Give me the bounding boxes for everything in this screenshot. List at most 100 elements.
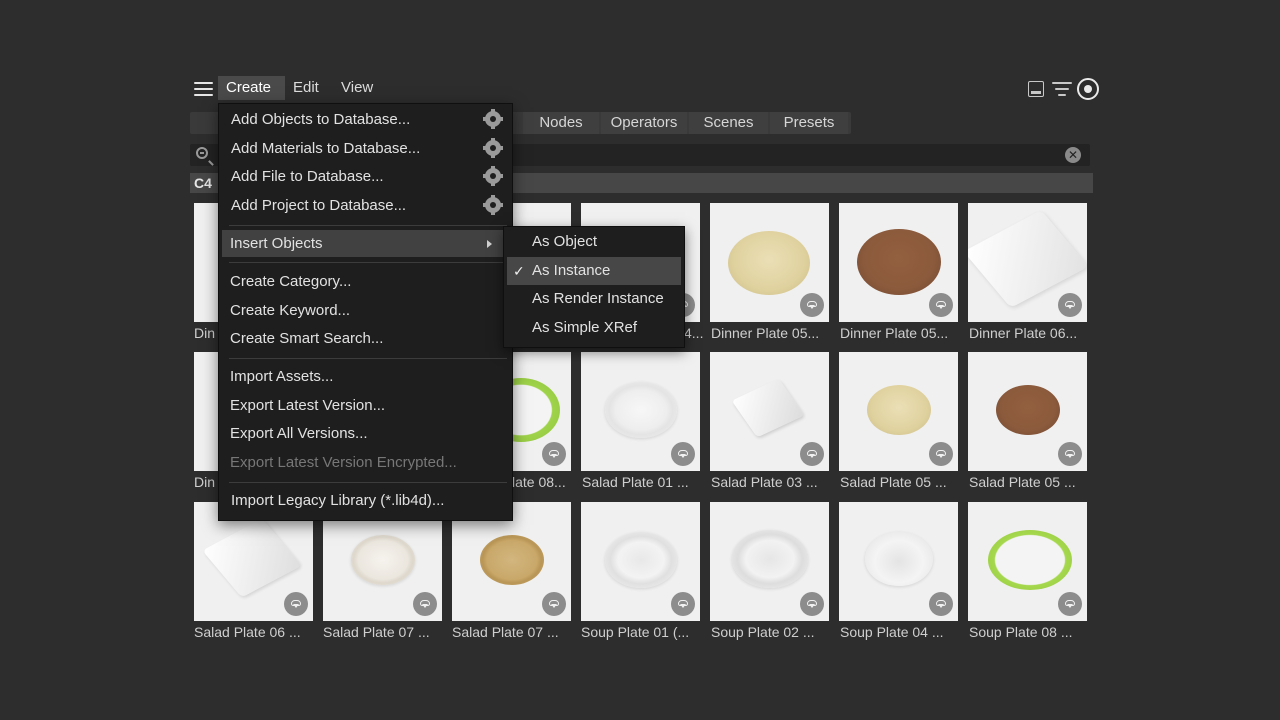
download-icon[interactable]	[800, 442, 824, 466]
menu-create[interactable]: Create	[218, 76, 285, 100]
download-icon[interactable]	[413, 592, 437, 616]
asset-tile-soup-plate-02[interactable]	[710, 502, 829, 621]
create-dropdown-menu: Add Objects to Database... Add Materials…	[218, 103, 513, 521]
download-icon[interactable]	[542, 442, 566, 466]
submenu-item-as-object[interactable]: As Object	[504, 228, 684, 256]
asset-caption: Salad Plate 07 ...	[452, 624, 559, 640]
gear-icon[interactable]	[483, 195, 503, 215]
menu-item-add-file[interactable]: Add File to Database...	[219, 163, 512, 190]
asset-caption: Soup Plate 04 ...	[840, 624, 944, 640]
download-icon[interactable]	[1058, 293, 1082, 317]
asset-tile-dinner-plate-05b[interactable]	[839, 203, 958, 322]
filter-icon[interactable]	[1052, 82, 1072, 98]
submenu-arrow-icon	[487, 240, 492, 248]
tab-nodes[interactable]: Nodes	[523, 112, 599, 134]
plate-image	[605, 532, 677, 588]
download-icon[interactable]	[1058, 442, 1082, 466]
gear-icon[interactable]	[483, 109, 503, 129]
menu-separator	[229, 262, 507, 263]
plate-image	[728, 231, 810, 295]
download-icon[interactable]	[284, 592, 308, 616]
asset-caption: 4...	[684, 325, 704, 341]
download-icon[interactable]	[542, 592, 566, 616]
menu-item-label: Import Legacy Library (*.lib4d)...	[231, 492, 445, 509]
download-icon[interactable]	[671, 592, 695, 616]
asset-tile-soup-plate-04[interactable]	[839, 502, 958, 621]
menu-item-export-latest[interactable]: Export Latest Version...	[219, 392, 512, 419]
tab-presets[interactable]: Presets	[770, 112, 848, 134]
download-icon[interactable]	[929, 592, 953, 616]
insert-objects-submenu: As Object ✓ As Instance As Render Instan…	[503, 226, 685, 348]
check-icon: ✓	[513, 263, 525, 279]
menu-separator	[229, 482, 507, 483]
menu-item-label: Export All Versions...	[230, 425, 368, 442]
menu-item-label: Create Category...	[230, 273, 352, 290]
submenu-item-as-simple-xref[interactable]: As Simple XRef	[504, 314, 684, 342]
asset-caption: Soup Plate 02 ...	[711, 624, 815, 640]
menu-item-create-category[interactable]: Create Category...	[219, 268, 512, 295]
asset-tile-salad-plate-05a[interactable]	[839, 352, 958, 471]
asset-caption: Salad Plate 03 ...	[711, 474, 818, 490]
download-icon[interactable]	[671, 442, 695, 466]
asset-caption: Dinner Plate 06...	[969, 325, 1078, 341]
plate-image	[202, 518, 302, 598]
asset-caption: Soup Plate 01 (...	[581, 624, 690, 640]
asset-caption: Din	[194, 474, 216, 490]
menu-item-add-project[interactable]: Add Project to Database...	[219, 192, 512, 219]
menu-item-label: Export Latest Version...	[230, 397, 386, 414]
plate-image	[351, 535, 415, 585]
menu-edit[interactable]: Edit	[285, 76, 327, 100]
menu-item-import-legacy[interactable]: Import Legacy Library (*.lib4d)...	[219, 487, 512, 514]
download-icon[interactable]	[929, 293, 953, 317]
menu-item-label: Add Objects to Database...	[231, 111, 411, 128]
menu-item-create-smart-search[interactable]: Create Smart Search...	[219, 325, 512, 352]
asset-caption: Dinner Plate 05...	[840, 325, 949, 341]
menu-item-label: Create Keyword...	[230, 302, 351, 319]
menu-item-import-assets[interactable]: Import Assets...	[219, 363, 512, 390]
plate-image	[865, 532, 933, 586]
asset-caption: Salad Plate 06 ...	[194, 624, 301, 640]
menu-item-label: Insert Objects	[230, 235, 323, 252]
download-icon[interactable]	[800, 293, 824, 317]
tab-scenes[interactable]: Scenes	[689, 112, 768, 134]
submenu-item-as-render-instance[interactable]: As Render Instance	[504, 285, 684, 313]
asset-tile-dinner-plate-05a[interactable]	[710, 203, 829, 322]
asset-caption: Dinner Plate 05...	[711, 325, 820, 341]
submenu-item-label: As Object	[532, 233, 598, 250]
tab-operators[interactable]: Operators	[601, 112, 687, 134]
breadcrumb[interactable]: C4	[194, 173, 212, 193]
plate-image	[988, 530, 1072, 590]
menu-item-add-materials[interactable]: Add Materials to Database...	[219, 135, 512, 162]
asset-tile-soup-plate-01[interactable]	[581, 502, 700, 621]
download-icon[interactable]	[800, 592, 824, 616]
menu-item-label: Add Project to Database...	[231, 197, 407, 214]
menu-view[interactable]: View	[333, 76, 381, 100]
submenu-item-label: As Instance	[532, 262, 611, 279]
plate-image	[732, 530, 808, 588]
gear-icon[interactable]	[483, 166, 503, 186]
target-icon[interactable]	[1077, 78, 1099, 100]
asset-tile-salad-plate-01[interactable]	[581, 352, 700, 471]
menu-item-create-keyword[interactable]: Create Keyword...	[219, 297, 512, 324]
zoom-search-icon[interactable]	[196, 147, 208, 159]
gear-icon[interactable]	[483, 138, 503, 158]
submenu-item-as-instance[interactable]: ✓ As Instance	[507, 257, 681, 285]
asset-tile-soup-plate-08[interactable]	[968, 502, 1087, 621]
asset-caption: late 08...	[512, 474, 566, 490]
asset-tile-dinner-plate-06[interactable]	[968, 203, 1087, 322]
menu-item-export-all[interactable]: Export All Versions...	[219, 420, 512, 447]
menu-item-insert-objects[interactable]: Insert Objects	[222, 230, 505, 257]
menu-separator	[229, 225, 507, 226]
asset-tile-salad-plate-05b[interactable]	[968, 352, 1087, 471]
hamburger-menu-icon[interactable]	[194, 82, 213, 96]
menu-item-add-objects[interactable]: Add Objects to Database...	[219, 106, 512, 133]
asset-tile-salad-plate-03[interactable]	[710, 352, 829, 471]
menu-item-label: Import Assets...	[230, 368, 334, 385]
layout-toggle-icon[interactable]	[1028, 81, 1044, 97]
menu-item-label: Export Latest Version Encrypted...	[230, 454, 457, 471]
plate-image	[605, 382, 677, 438]
download-icon[interactable]	[929, 442, 953, 466]
menu-item-label: Create Smart Search...	[230, 330, 384, 347]
clear-search-icon[interactable]: ✕	[1065, 147, 1081, 163]
download-icon[interactable]	[1058, 592, 1082, 616]
